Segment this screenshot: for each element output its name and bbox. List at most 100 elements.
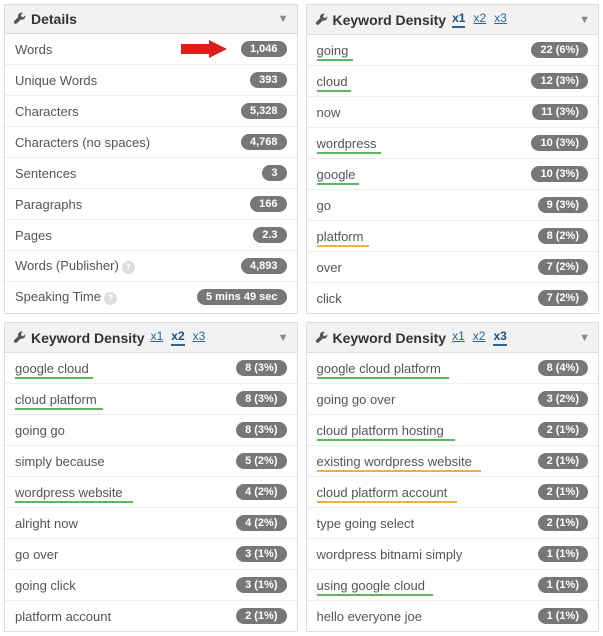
- details-title: Details: [31, 11, 77, 27]
- kd3-tabs: x1 x2 x3: [452, 329, 507, 346]
- keyword-count-badge: 5 (2%): [236, 453, 286, 469]
- keyword-label: existing wordpress website: [317, 454, 538, 469]
- keyword-count-badge: 10 (3%): [531, 166, 588, 182]
- keyword-label: type going select: [317, 516, 538, 531]
- keyword-count-badge: 11 (3%): [532, 104, 588, 120]
- details-row: Pages2.3: [5, 220, 297, 251]
- keyword-label: go: [317, 198, 538, 213]
- keyword-count-badge: 8 (2%): [538, 228, 588, 244]
- keyword-count-badge: 4 (2%): [236, 484, 286, 500]
- keyword-count-badge: 1 (1%): [538, 608, 588, 624]
- density-tab-x1[interactable]: x1: [151, 329, 164, 346]
- keyword-count-badge: 2 (1%): [538, 515, 588, 531]
- keyword-row: wordpress website4 (2%): [5, 477, 297, 508]
- keyword-count-badge: 9 (3%): [538, 197, 588, 213]
- density-tab-x1[interactable]: x1: [452, 11, 465, 28]
- details-row: Characters5,328: [5, 96, 297, 127]
- keyword-row: now11 (3%): [307, 97, 599, 128]
- metric-label: Characters: [15, 104, 241, 119]
- keyword-row: go9 (3%): [307, 190, 599, 221]
- density-tab-x3[interactable]: x3: [193, 329, 206, 346]
- density-tab-x2[interactable]: x2: [171, 329, 184, 346]
- details-row: Paragraphs166: [5, 189, 297, 220]
- keyword-row: click7 (2%): [307, 283, 599, 313]
- keyword-underline: [317, 377, 449, 379]
- keyword-label: alright now: [15, 516, 236, 531]
- keyword-count-badge: 3 (1%): [236, 546, 286, 562]
- keyword-row: cloud platform8 (3%): [5, 384, 297, 415]
- keyword-row: going click3 (1%): [5, 570, 297, 601]
- kd3-title: Keyword Density: [333, 330, 447, 346]
- density-tab-x2[interactable]: x2: [473, 11, 486, 28]
- keyword-label: cloud: [317, 74, 532, 89]
- keyword-underline: [317, 152, 381, 154]
- keyword-row: hello everyone joe1 (1%): [307, 601, 599, 631]
- details-panel: Details ▼ Words1,046Unique Words393Chara…: [4, 4, 298, 314]
- keyword-count-badge: 2 (1%): [538, 484, 588, 500]
- collapse-chevron-icon[interactable]: ▼: [278, 13, 289, 25]
- kd2-tabs: x1 x2 x3: [151, 329, 206, 346]
- density-tab-x2[interactable]: x2: [473, 329, 486, 346]
- metric-value-badge: 393: [250, 72, 286, 88]
- keyword-count-badge: 1 (1%): [538, 577, 588, 593]
- keyword-row: cloud12 (3%): [307, 66, 599, 97]
- keyword-label: click: [317, 291, 538, 306]
- metric-value-badge: 4,768: [241, 134, 287, 150]
- metric-value-badge: 4,893: [241, 258, 287, 274]
- details-row: Speaking Time?5 mins 49 sec: [5, 282, 297, 312]
- metric-value-badge: 2.3: [253, 227, 286, 243]
- details-row: Words (Publisher)?4,893: [5, 251, 297, 282]
- keyword-count-badge: 8 (3%): [236, 360, 286, 376]
- keyword-count-badge: 3 (1%): [236, 577, 286, 593]
- kd2-header: Keyword Density x1x2x3 ▼: [5, 323, 297, 353]
- keyword-row: wordpress10 (3%): [307, 128, 599, 159]
- collapse-chevron-icon[interactable]: ▼: [579, 332, 590, 344]
- kd1-tabs: x1 x2 x3: [452, 11, 507, 28]
- keyword-label: go over: [15, 547, 236, 562]
- keyword-label: using google cloud: [317, 578, 538, 593]
- keyword-underline: [317, 439, 455, 441]
- keyword-label: google cloud: [15, 361, 236, 376]
- keyword-count-badge: 2 (1%): [538, 453, 588, 469]
- keyword-row: going go over3 (2%): [307, 384, 599, 415]
- metric-label: Characters (no spaces): [15, 135, 241, 150]
- keyword-label: going: [317, 43, 532, 58]
- keyword-underline: [317, 59, 353, 61]
- keyword-density-x1-panel: Keyword Density x1x2x3 ▼ going22 (6%)clo…: [306, 4, 600, 314]
- help-icon[interactable]: ?: [122, 261, 135, 274]
- wrench-icon: [315, 331, 329, 345]
- density-tab-x1[interactable]: x1: [452, 329, 465, 346]
- metric-label: Paragraphs: [15, 197, 250, 212]
- keyword-row: google cloud platform8 (4%): [307, 353, 599, 384]
- keyword-label: over: [317, 260, 538, 275]
- keyword-underline: [317, 470, 481, 472]
- keyword-row: using google cloud1 (1%): [307, 570, 599, 601]
- help-icon[interactable]: ?: [104, 292, 117, 305]
- kd1-header: Keyword Density x1 x2 x3 ▼: [307, 5, 599, 35]
- keyword-label: cloud platform hosting: [317, 423, 538, 438]
- collapse-chevron-icon[interactable]: ▼: [579, 14, 590, 26]
- keyword-count-badge: 2 (1%): [236, 608, 286, 624]
- keyword-count-badge: 4 (2%): [236, 515, 286, 531]
- keyword-row: go over3 (1%): [5, 539, 297, 570]
- metric-value-badge: 5,328: [241, 103, 287, 119]
- keyword-label: wordpress website: [15, 485, 236, 500]
- density-tab-x3[interactable]: x3: [493, 329, 506, 346]
- keyword-label: simply because: [15, 454, 236, 469]
- keyword-count-badge: 8 (4%): [538, 360, 588, 376]
- metric-label: Words (Publisher)?: [15, 258, 241, 274]
- metric-value-badge: 166: [250, 196, 286, 212]
- density-tab-x3[interactable]: x3: [494, 11, 507, 28]
- keyword-count-badge: 2 (1%): [538, 422, 588, 438]
- keyword-label: going go: [15, 423, 236, 438]
- keyword-count-badge: 3 (2%): [538, 391, 588, 407]
- details-header: Details ▼: [5, 5, 297, 34]
- collapse-chevron-icon[interactable]: ▼: [278, 332, 289, 344]
- wrench-icon: [315, 13, 329, 27]
- keyword-row: cloud platform account2 (1%): [307, 477, 599, 508]
- kd1-title: Keyword Density: [333, 12, 447, 28]
- keyword-row: existing wordpress website2 (1%): [307, 446, 599, 477]
- keyword-underline: [317, 90, 351, 92]
- keyword-row: simply because5 (2%): [5, 446, 297, 477]
- keyword-underline: [317, 594, 433, 596]
